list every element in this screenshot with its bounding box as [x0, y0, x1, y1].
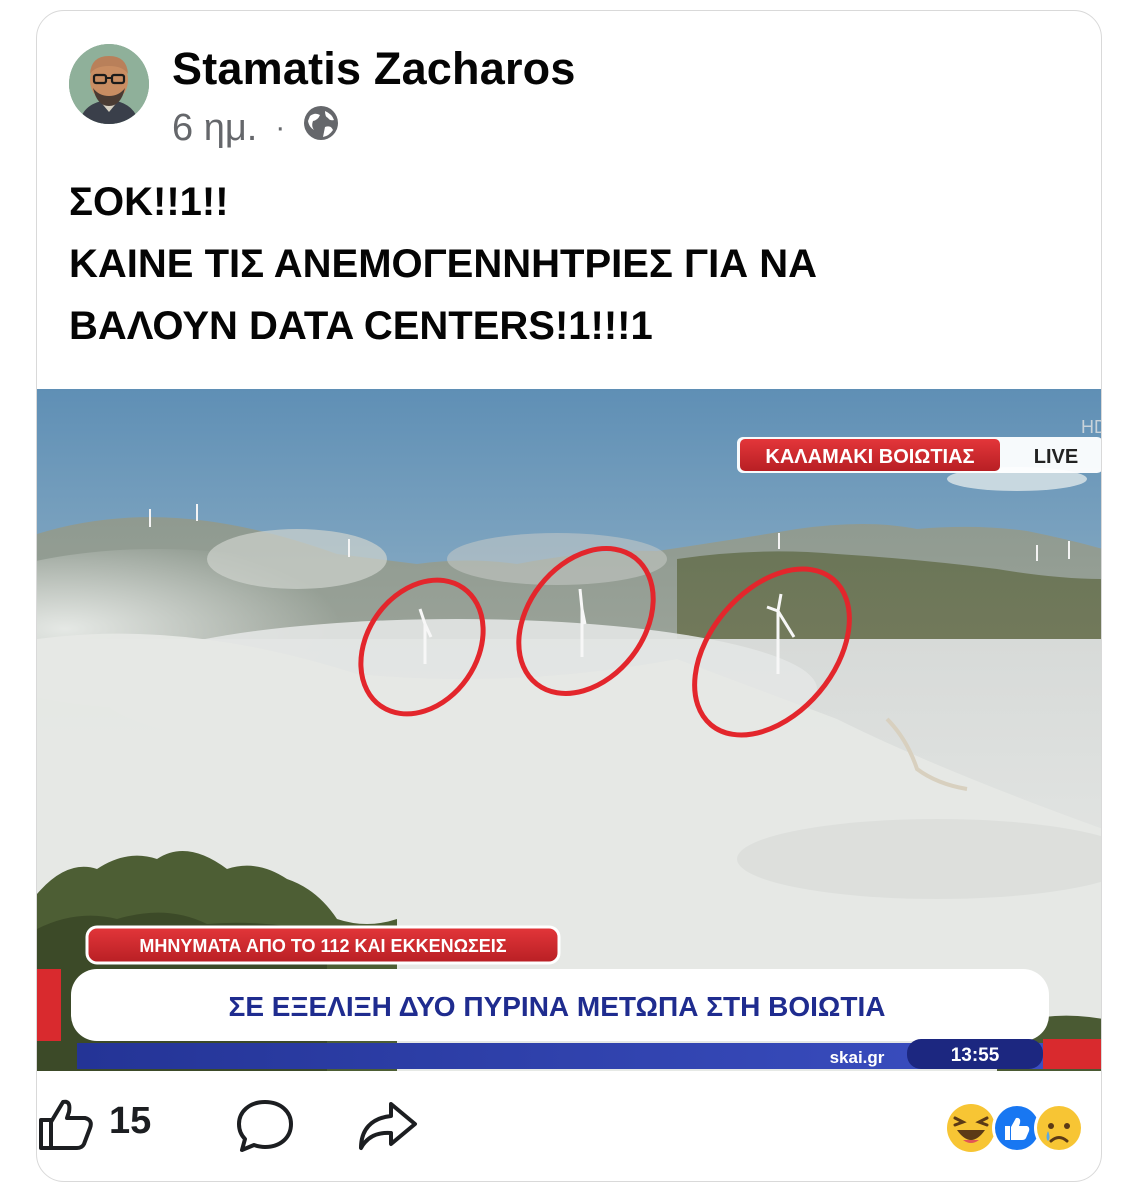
headline-text: ΣΕ ΕΞΕΛΙΞΗ ΔΥΟ ΠΥΡΙΝΑ ΜΕΤΩΠΑ ΣΤΗ ΒΟΙΩΤΙΑ — [229, 991, 886, 1022]
location-label: ΚΑΛΑΜΑΚΙ ΒΟΙΩΤΙΑΣ — [765, 446, 974, 468]
like-count[interactable]: 15 — [109, 1100, 151, 1143]
reaction-summary[interactable] — [945, 1100, 1085, 1156]
clock-label: 13:55 — [951, 1045, 1000, 1066]
hd-label: HD — [1081, 417, 1102, 437]
channel-label: skai.gr — [830, 1048, 885, 1067]
post-text-line: ΣΟΚ!!1!! — [69, 180, 229, 224]
author-name[interactable]: Stamatis Zacharos — [172, 43, 576, 95]
avatar[interactable] — [69, 44, 149, 124]
post-time[interactable]: 6 ημ. — [172, 107, 257, 150]
post-text: ΣΟΚ!!1!! ΚΑΙΝΕ ΤΙΣ ΑΝΕΜΟΓΕΝΝΗΤΡΙΕΣ ΓΙΑ Ν… — [69, 171, 1069, 357]
share-icon[interactable] — [355, 1096, 421, 1159]
alert-label: ΜΗΝΥΜΑΤΑ ΑΠΟ ΤΟ 112 ΚΑΙ ΕΚΚΕΝΩΣΕΙΣ — [139, 936, 506, 956]
action-bar: 15 — [37, 1096, 1101, 1176]
post-text-line: ΚΑΙΝΕ ΤΙΣ ΑΝΕΜΟΓΕΝΝΗΤΡΙΕΣ ΓΙΑ ΝΑ — [69, 242, 817, 286]
comment-icon[interactable] — [235, 1096, 295, 1159]
globe-icon — [301, 103, 341, 153]
meta-separator: · — [275, 111, 286, 144]
haha-reaction-icon — [947, 1104, 995, 1152]
post-text-line: ΒΑΛΟΥΝ DATA CENTERS!1!!!1 — [69, 304, 653, 348]
post-card: Stamatis Zacharos 6 ημ. · ΣΟΚ!!1!! ΚΑΙΝΕ… — [36, 10, 1102, 1182]
broadcast-frame: HD ΚΑΛΑΜΑΚΙ ΒΟΙΩΤΙΑΣ LIVE ΜΗΝΥΜΑΤΑ ΑΠΟ Τ… — [37, 389, 1102, 1071]
avatar-illustration — [69, 44, 149, 124]
post-image[interactable]: HD ΚΑΛΑΜΑΚΙ ΒΟΙΩΤΙΑΣ LIVE ΜΗΝΥΜΑΤΑ ΑΠΟ Τ… — [37, 389, 1102, 1071]
sad-reaction-icon — [1034, 1103, 1084, 1153]
thumbs-up-icon[interactable] — [37, 1096, 97, 1157]
live-label: LIVE — [1034, 446, 1078, 468]
post-meta: 6 ημ. · — [172, 106, 341, 150]
